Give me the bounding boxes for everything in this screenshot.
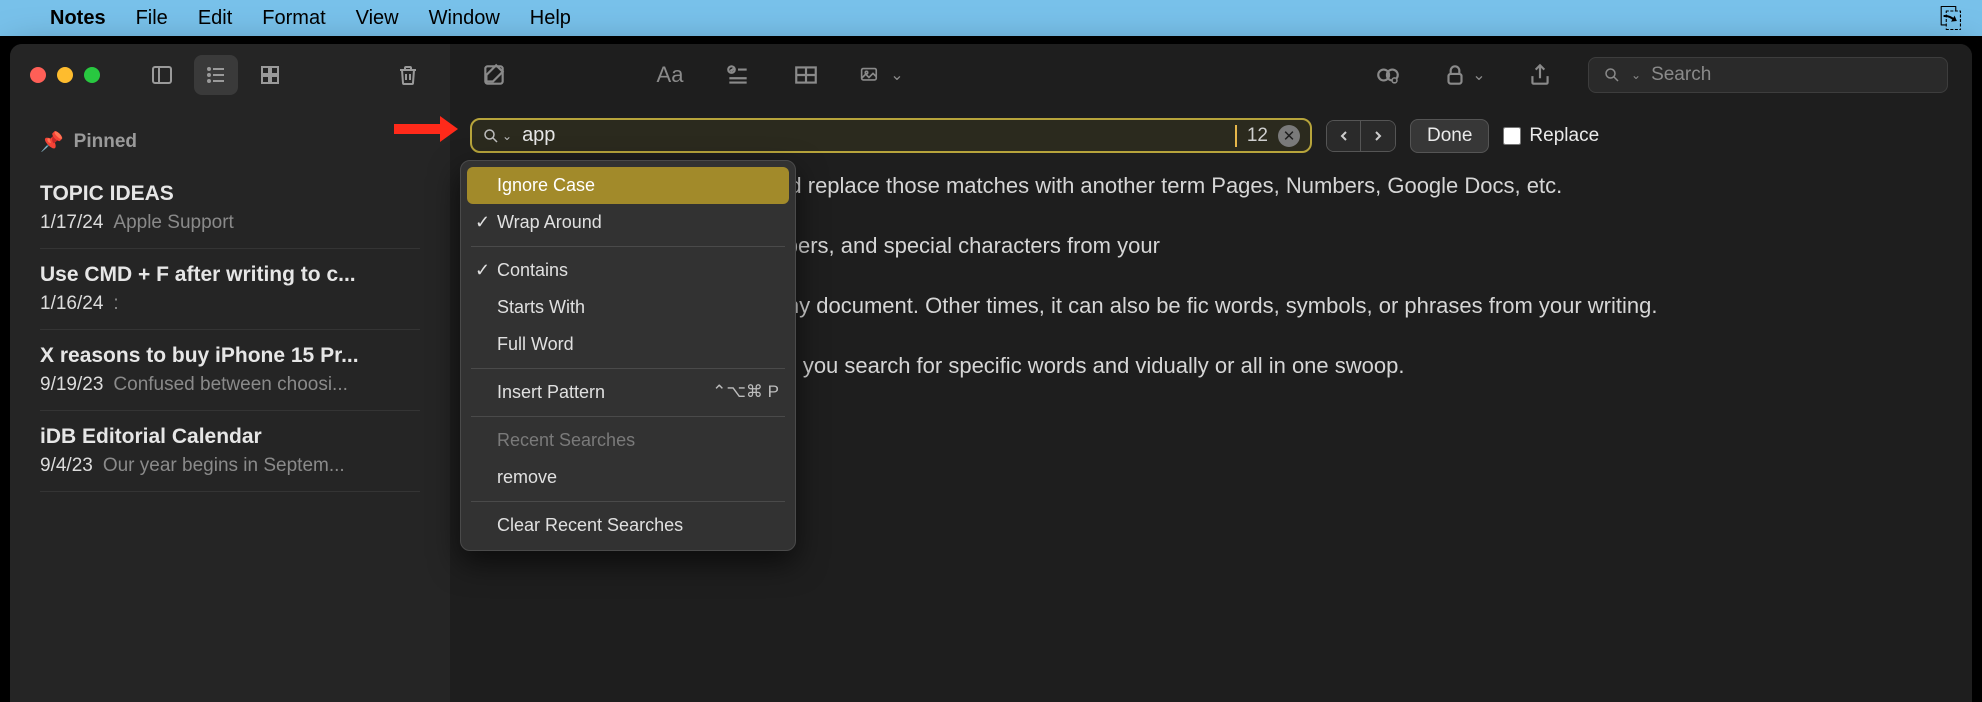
pin-icon: 📌 bbox=[40, 130, 64, 154]
main-pane: Aa ⌄ ⌄ ⌄ Search ⌄ bbox=[450, 44, 1972, 702]
sidebar: 📌 Pinned TOPIC IDEAS 1/17/24 Apple Suppor… bbox=[10, 44, 450, 702]
replace-checkbox[interactable] bbox=[1503, 127, 1521, 145]
note-list-item[interactable]: TOPIC IDEAS 1/17/24 Apple Support bbox=[40, 168, 420, 249]
lock-note-button[interactable]: ⌄ bbox=[1436, 55, 1492, 95]
find-options-dropdown: Ignore Case ✓Wrap Around ✓Contains Start… bbox=[460, 160, 796, 551]
menu-help[interactable]: Help bbox=[530, 7, 571, 30]
dd-recent-header: Recent Searches bbox=[467, 422, 789, 459]
new-note-button[interactable] bbox=[474, 55, 514, 95]
toggle-sidebar-button[interactable] bbox=[140, 55, 184, 95]
find-bar: ⌄ 12 ✕ Ignore Case ✓Wrap Around ✓Contain… bbox=[450, 106, 1972, 165]
dd-clear-recent[interactable]: Clear Recent Searches bbox=[467, 507, 789, 544]
menu-window[interactable]: Window bbox=[429, 7, 500, 30]
sidebar-notes-list: 📌 Pinned TOPIC IDEAS 1/17/24 Apple Suppor… bbox=[10, 106, 450, 506]
dd-ignore-case[interactable]: Ignore Case bbox=[467, 167, 789, 204]
menu-file[interactable]: File bbox=[136, 7, 168, 30]
menubar-app-name[interactable]: Notes bbox=[50, 7, 106, 30]
share-button[interactable] bbox=[1520, 55, 1560, 95]
pinned-label: Pinned bbox=[74, 131, 137, 153]
replace-label: Replace bbox=[1529, 125, 1599, 147]
note-title: TOPIC IDEAS bbox=[40, 182, 420, 206]
note-preview: : bbox=[113, 293, 118, 314]
dd-shortcut: ⌃⌥⌘ P bbox=[712, 382, 779, 402]
find-next-button[interactable] bbox=[1361, 121, 1395, 151]
notes-search-field[interactable]: ⌄ Search bbox=[1588, 57, 1948, 93]
table-button[interactable] bbox=[786, 55, 826, 95]
note-preview: Our year begins in Septem... bbox=[103, 455, 345, 476]
fullscreen-window-button[interactable] bbox=[84, 67, 100, 83]
minimize-window-button[interactable] bbox=[57, 67, 73, 83]
gallery-view-button[interactable] bbox=[248, 55, 292, 95]
search-icon bbox=[1603, 66, 1621, 84]
note-date: 1/17/24 bbox=[40, 212, 103, 233]
checklist-button[interactable] bbox=[718, 55, 758, 95]
dd-recent-item[interactable]: remove bbox=[467, 459, 789, 496]
media-button[interactable]: ⌄ bbox=[854, 55, 910, 95]
paperclip-icon[interactable]: ⎘ bbox=[1940, 2, 1962, 35]
window-controls bbox=[30, 67, 100, 83]
find-done-button[interactable]: Done bbox=[1410, 119, 1489, 153]
replace-toggle[interactable]: Replace bbox=[1503, 125, 1599, 147]
link-note-button[interactable] bbox=[1368, 55, 1408, 95]
find-input[interactable] bbox=[522, 124, 1237, 147]
dd-starts-with[interactable]: Starts With bbox=[467, 289, 789, 326]
main-toolbar: Aa ⌄ ⌄ ⌄ Search bbox=[450, 44, 1972, 106]
dd-contains[interactable]: ✓Contains bbox=[467, 252, 789, 289]
find-prev-button[interactable] bbox=[1327, 121, 1361, 151]
find-input-container: ⌄ 12 ✕ Ignore Case ✓Wrap Around ✓Contain… bbox=[470, 118, 1312, 153]
find-match-count: 12 bbox=[1247, 125, 1268, 147]
dd-wrap-around[interactable]: ✓Wrap Around bbox=[467, 204, 789, 241]
note-date: 9/19/23 bbox=[40, 374, 103, 395]
text-caret bbox=[1235, 125, 1237, 147]
note-title: iDB Editorial Calendar bbox=[40, 425, 420, 449]
clear-find-button[interactable]: ✕ bbox=[1278, 125, 1300, 147]
note-preview: Apple Support bbox=[113, 212, 233, 233]
menu-format[interactable]: Format bbox=[262, 7, 325, 30]
close-window-button[interactable] bbox=[30, 67, 46, 83]
note-title: Use CMD + F after writing to c... bbox=[40, 263, 420, 287]
menubar: Notes File Edit Format View Window Help … bbox=[0, 0, 1982, 36]
pinned-section-header: 📌 Pinned bbox=[40, 116, 420, 168]
menu-view[interactable]: View bbox=[356, 7, 399, 30]
format-text-button[interactable]: Aa bbox=[650, 55, 690, 95]
find-config-button[interactable]: ⌄ bbox=[482, 127, 512, 145]
notes-window: 📌 Pinned TOPIC IDEAS 1/17/24 Apple Suppor… bbox=[10, 44, 1972, 702]
note-date: 1/16/24 bbox=[40, 293, 103, 314]
delete-note-button[interactable] bbox=[386, 55, 430, 95]
find-nav-segment bbox=[1326, 120, 1396, 152]
dd-full-word[interactable]: Full Word bbox=[467, 326, 789, 363]
menu-edit[interactable]: Edit bbox=[198, 7, 232, 30]
dd-insert-pattern[interactable]: Insert Pattern⌃⌥⌘ P bbox=[467, 374, 789, 411]
search-placeholder: Search bbox=[1651, 64, 1711, 86]
note-title: X reasons to buy iPhone 15 Pr... bbox=[40, 344, 420, 368]
note-list-item[interactable]: iDB Editorial Calendar 9/4/23 Our year be… bbox=[40, 411, 420, 492]
annotation-arrow-icon bbox=[392, 112, 460, 146]
sidebar-toolbar bbox=[10, 44, 450, 106]
note-list-item[interactable]: X reasons to buy iPhone 15 Pr... 9/19/23… bbox=[40, 330, 420, 411]
note-date: 9/4/23 bbox=[40, 455, 93, 476]
list-view-button[interactable] bbox=[194, 55, 238, 95]
note-preview: Confused between choosi... bbox=[113, 374, 348, 395]
note-list-item[interactable]: Use CMD + F after writing to c... 1/16/2… bbox=[40, 249, 420, 330]
